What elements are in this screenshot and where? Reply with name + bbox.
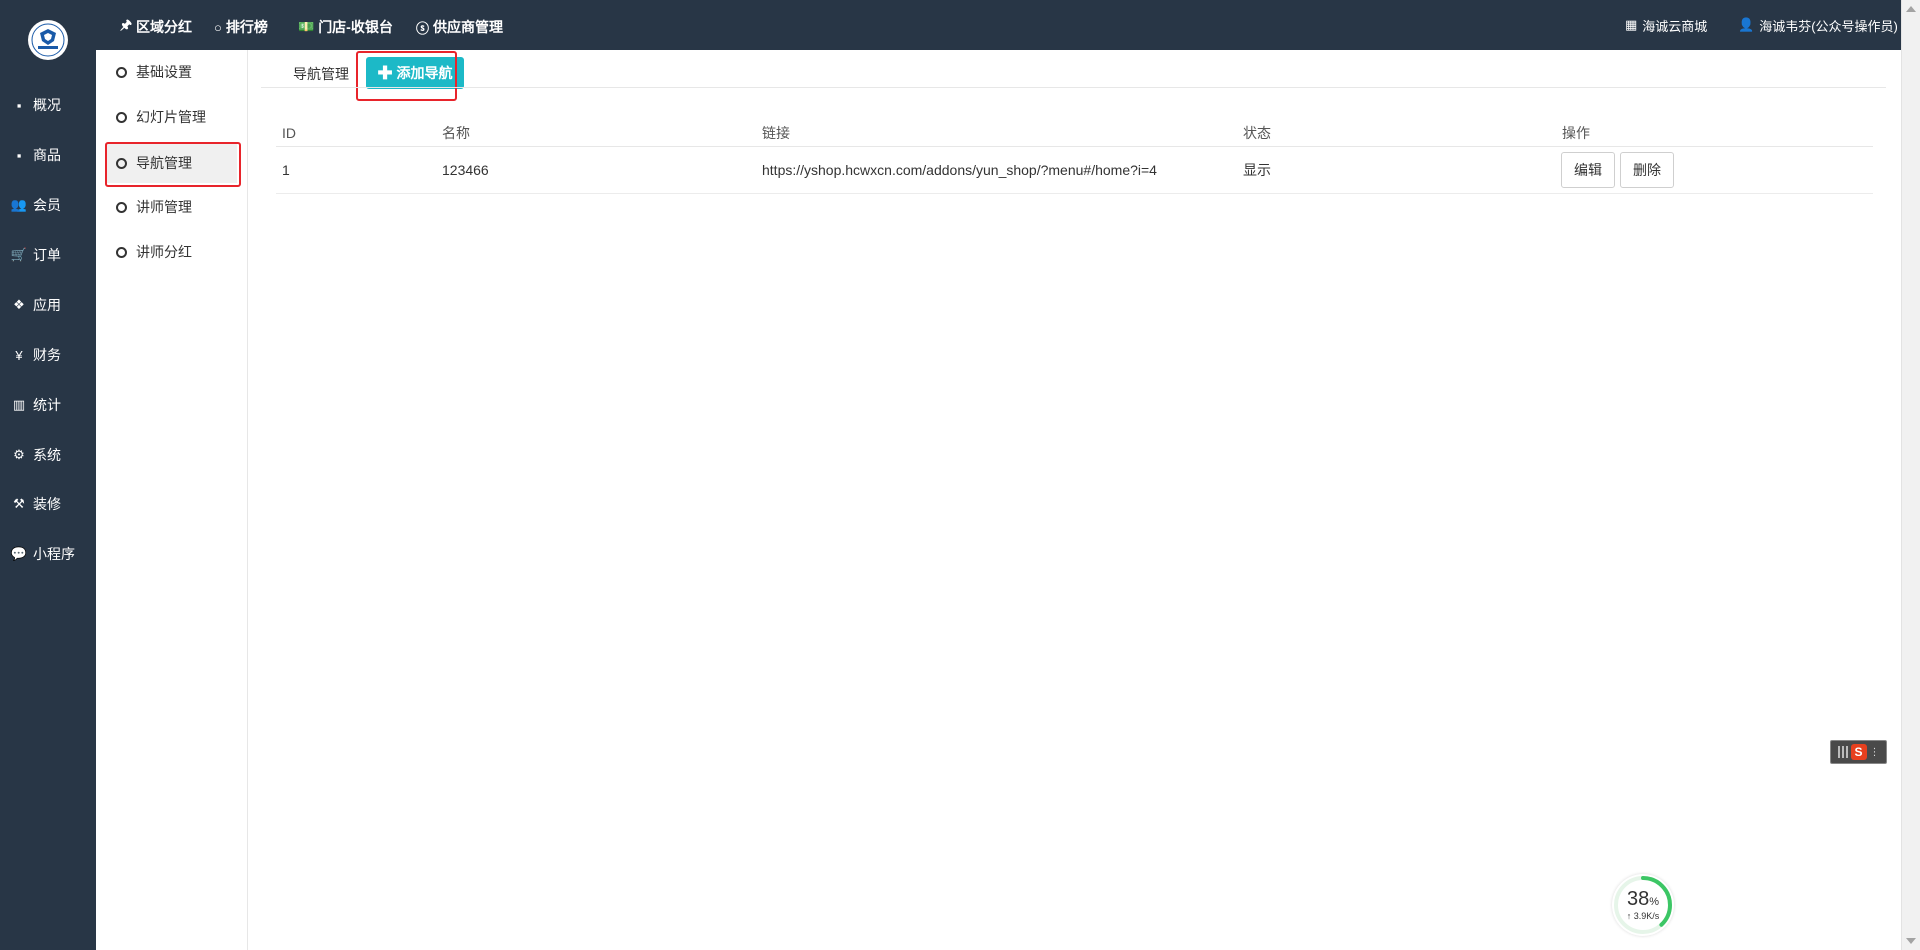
- top-nav-label: 供应商管理: [433, 19, 504, 35]
- submenu-item-lecturers[interactable]: 讲师管理: [105, 187, 237, 227]
- users-icon: 👥: [10, 197, 28, 212]
- sidebar-item-label: 应用: [33, 297, 61, 313]
- circle-icon: [116, 201, 127, 213]
- archive-icon: ▪: [16, 97, 22, 113]
- sidebar-item-label: 财务: [33, 347, 61, 363]
- logo[interactable]: [28, 20, 68, 60]
- submenu-item-navigation[interactable]: 导航管理: [105, 143, 237, 183]
- pin-icon: 🖈: [120, 17, 133, 32]
- circle-icon: [116, 157, 127, 169]
- logo-mark-icon: [31, 23, 65, 57]
- submenu-item-label: 讲师分红: [136, 244, 192, 260]
- sidebar-item-miniprogram[interactable]: 💬 小程序: [0, 539, 96, 569]
- add-navigation-button[interactable]: ✚ 添加导航: [366, 57, 464, 89]
- skype-icon: ⓢ: [416, 20, 430, 36]
- sidebar-item-system[interactable]: ⚙ 系统: [0, 440, 96, 470]
- sidebar-item-label: 统计: [33, 397, 61, 413]
- top-nav-label: 区域分红: [136, 19, 193, 35]
- sidebar-item-orders[interactable]: 🛒 订单: [0, 240, 96, 270]
- sidebar-item-statistics[interactable]: ▥ 统计: [0, 390, 96, 420]
- user-name: 海诚韦芬(公众号操作员): [1759, 18, 1898, 34]
- speed-rate: ↑ 3.9K/s: [1626, 911, 1660, 921]
- top-bar: 🖈 区域分红 ○ 排行榜 💵 门店-收银台 ⓢ 供应商管理 ▦ 海诚云商城 👤 …: [96, 0, 1901, 50]
- scroll-up-icon[interactable]: [1906, 6, 1916, 12]
- row-actions: 编辑 删除: [1561, 147, 1679, 193]
- header-name: 名称: [442, 125, 470, 141]
- network-speed-widget[interactable]: 38% ↑ 3.9K/s: [1612, 874, 1674, 936]
- top-user-menu[interactable]: 👤 海诚韦芬(公众号操作员): [1738, 14, 1898, 36]
- store-name: 海诚云商城: [1642, 18, 1708, 34]
- sidebar-item-label: 商品: [33, 147, 61, 163]
- header-link: 链接: [762, 125, 790, 141]
- sidebar-item-members[interactable]: 👥 会员: [0, 190, 96, 220]
- yen-icon: ¥: [15, 347, 23, 363]
- main-content: 导航管理 ✚ 添加导航 ID 名称 链接 状态 操作 1 123466 http…: [248, 50, 1901, 950]
- delete-button[interactable]: 删除: [1620, 152, 1674, 188]
- tab-navigation-management[interactable]: 导航管理: [293, 64, 349, 84]
- top-nav-ranking[interactable]: ○ 排行榜: [214, 16, 268, 38]
- ime-toolbar[interactable]: S ⋮: [1830, 740, 1887, 764]
- sidebar-item-goods[interactable]: ▪ 商品: [0, 140, 96, 170]
- cogs-icon: ⚙: [13, 447, 25, 462]
- submenu-item-lecturer-dividend[interactable]: 讲师分红: [105, 232, 237, 272]
- grid-icon: ▦: [1625, 17, 1638, 32]
- tabs-divider: [261, 87, 1886, 88]
- row-id: 1: [282, 162, 290, 178]
- top-nav-label: 门店-收银台: [318, 19, 393, 35]
- chevron-down-icon[interactable]: ⋮: [1870, 747, 1880, 758]
- submenu-item-label: 导航管理: [136, 155, 192, 171]
- add-navigation-label: 添加导航: [396, 65, 453, 81]
- sidebar-item-label: 小程序: [33, 546, 75, 562]
- circle-icon: ○: [214, 19, 222, 35]
- sidebar-item-overview[interactable]: ▪ 概况: [0, 90, 96, 120]
- top-nav-region-dividend[interactable]: 🖈 区域分红: [120, 16, 192, 38]
- table-header: ID 名称 链接 状态 操作: [276, 120, 1873, 147]
- header-actions: 操作: [1562, 125, 1590, 141]
- cart-icon: 🛒: [10, 247, 28, 262]
- navigation-table: ID 名称 链接 状态 操作 1 123466 https://yshop.hc…: [276, 120, 1873, 194]
- header-id: ID: [282, 125, 296, 141]
- edit-button[interactable]: 编辑: [1561, 152, 1615, 188]
- sidebar-item-label: 会员: [33, 197, 61, 213]
- plus-icon: ✚: [377, 63, 393, 83]
- page-scrollbar[interactable]: [1901, 0, 1920, 950]
- submenu: 基础设置 幻灯片管理 导航管理 讲师管理 讲师分红: [96, 50, 248, 950]
- top-nav-supplier[interactable]: ⓢ 供应商管理: [416, 16, 503, 38]
- bar-chart-icon: ▥: [12, 397, 26, 412]
- sidebar-item-label: 装修: [33, 496, 61, 512]
- sidebar-item-apps[interactable]: ❖ 应用: [0, 290, 96, 320]
- archive-icon: ▪: [16, 147, 22, 163]
- user-icon: 👤: [1738, 17, 1755, 32]
- submenu-item-basic-settings[interactable]: 基础设置: [105, 52, 237, 92]
- sidebar-item-label: 系统: [33, 447, 61, 463]
- row-status: 显示: [1243, 162, 1271, 178]
- circle-icon: [116, 111, 127, 123]
- top-store-link[interactable]: ▦ 海诚云商城: [1625, 14, 1707, 36]
- sidebar-item-label: 概况: [33, 97, 61, 113]
- money-icon: 💵: [298, 19, 315, 34]
- submenu-item-label: 基础设置: [136, 64, 192, 80]
- row-link: https://yshop.hcwxcn.com/addons/yun_shop…: [762, 162, 1157, 178]
- top-nav-label: 排行榜: [225, 19, 268, 35]
- top-nav-store-cashier[interactable]: 💵 门店-收银台: [298, 16, 393, 38]
- gavel-icon: ⚒: [13, 496, 25, 511]
- sogou-icon: S: [1850, 744, 1867, 760]
- sidebar-item-label: 订单: [33, 247, 61, 263]
- sidebar-item-decoration[interactable]: ⚒ 装修: [0, 489, 96, 519]
- sidebar-item-finance[interactable]: ¥ 财务: [0, 340, 96, 370]
- row-name: 123466: [442, 162, 489, 178]
- drag-handle-icon[interactable]: [1837, 746, 1848, 758]
- speed-percent: 38%: [1626, 888, 1660, 910]
- scroll-down-icon[interactable]: [1906, 938, 1916, 944]
- table-row: 1 123466 https://yshop.hcwxcn.com/addons…: [276, 147, 1873, 194]
- submenu-item-slides[interactable]: 幻灯片管理: [105, 97, 237, 137]
- wechat-icon: 💬: [10, 546, 28, 561]
- submenu-item-label: 幻灯片管理: [136, 109, 206, 125]
- cubes-icon: ❖: [13, 297, 25, 312]
- header-status: 状态: [1243, 125, 1271, 141]
- circle-icon: [116, 246, 127, 258]
- circle-icon: [116, 66, 127, 78]
- main-sidebar: ▪ 概况 ▪ 商品 👥 会员 🛒 订单 ❖ 应用 ¥ 财务 ▥ 统计 ⚙ 系统 …: [0, 0, 96, 950]
- submenu-item-label: 讲师管理: [136, 199, 192, 215]
